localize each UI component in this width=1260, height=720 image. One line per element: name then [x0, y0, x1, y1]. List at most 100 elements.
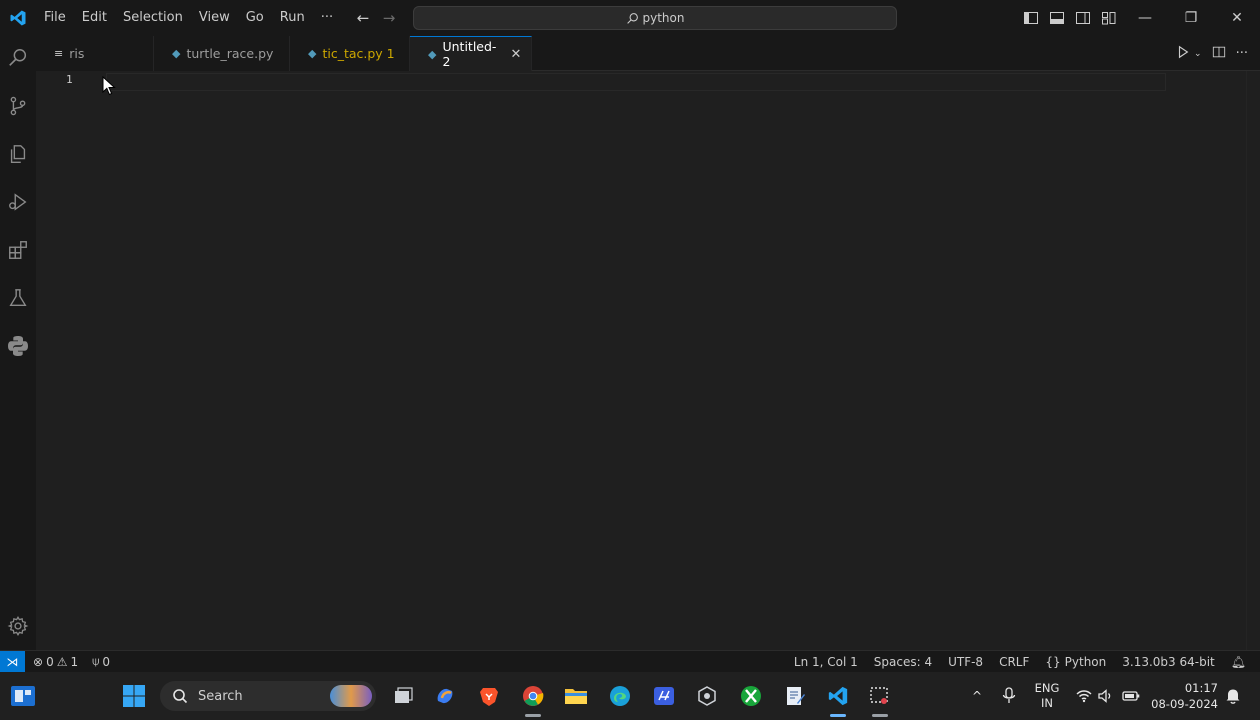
current-line-highlight — [106, 73, 1166, 91]
menu-run[interactable]: Run — [272, 0, 313, 36]
back-arrow-icon[interactable]: ← — [355, 9, 371, 27]
notepad-icon[interactable] — [783, 684, 807, 708]
windows-start-icon[interactable] — [122, 684, 146, 712]
ports-count: 0 — [102, 654, 110, 669]
warning-count: 1 — [70, 654, 79, 669]
problems-indicator[interactable]: ⊗ 0 ⚠ 1 — [33, 655, 78, 669]
list-icon: ≡ — [54, 47, 64, 60]
encoding[interactable]: UTF-8 — [948, 655, 983, 669]
language-mode[interactable]: {} Python — [1045, 655, 1106, 669]
cursor-position[interactable]: Ln 1, Col 1 — [794, 655, 858, 669]
tab-turtle-race[interactable]: ◆ turtle_race.py — [154, 36, 290, 71]
search-icon — [173, 689, 188, 704]
customize-layout-icon[interactable] — [1100, 9, 1118, 27]
close-window-icon[interactable]: ✕ — [1214, 0, 1260, 36]
edge-icon[interactable] — [608, 684, 632, 708]
braces-icon: {} — [1045, 655, 1061, 669]
search-highlight-icon — [330, 685, 372, 707]
explorer-search-icon[interactable] — [0, 40, 36, 76]
tab-label: turtle_race.py — [186, 46, 274, 61]
status-bar: ⋊ ⊗ 0 ⚠ 1 ⍦ 0 Ln 1, Col 1 Spaces: 4 UTF-… — [0, 650, 1260, 673]
split-editor-icon[interactable] — [1212, 45, 1226, 63]
testing-flask-icon[interactable] — [0, 280, 36, 316]
more-actions-icon[interactable]: ··· — [1236, 46, 1248, 61]
command-center-text: python — [642, 11, 685, 25]
volume-icon[interactable] — [1094, 684, 1118, 708]
notifications-bell-icon[interactable]: 🔔︎ — [1231, 655, 1246, 669]
status-right: Ln 1, Col 1 Spaces: 4 UTF-8 CRLF {} Pyth… — [794, 651, 1246, 673]
indentation[interactable]: Spaces: 4 — [874, 655, 932, 669]
minimize-icon[interactable]: — — [1122, 0, 1168, 36]
window-controls: — ❐ ✕ — [1122, 0, 1260, 36]
menu-view[interactable]: View — [191, 0, 238, 36]
explorer-files-icon[interactable] — [0, 136, 36, 172]
restore-icon[interactable]: ❐ — [1168, 0, 1214, 36]
task-view-icon[interactable] — [391, 684, 415, 708]
close-tab-icon[interactable]: ✕ — [510, 47, 521, 62]
lang-line1: ENG — [1034, 681, 1060, 695]
end-of-line[interactable]: CRLF — [999, 655, 1029, 669]
error-count: 0 — [46, 654, 54, 669]
search-label: Search — [198, 688, 243, 704]
title-bar: File Edit Selection View Go Run ··· ← → … — [0, 0, 1260, 36]
system-clock[interactable]: 01:17 08-09-2024 — [1148, 680, 1218, 712]
mouse-pointer-icon — [102, 75, 116, 100]
lang-line2: IN — [1041, 696, 1053, 710]
python-interpreter[interactable]: 3.13.0b3 64-bit — [1122, 655, 1215, 669]
editor-scrollbar[interactable] — [1246, 71, 1260, 650]
file-explorer-icon[interactable] — [564, 684, 588, 708]
antenna-icon: ⍦ — [92, 654, 100, 668]
show-hidden-icons-chevron-icon[interactable]: ^ — [965, 684, 989, 708]
search-icon — [626, 12, 638, 24]
vscode-logo-icon — [0, 0, 36, 36]
editor-area[interactable]: 1 — [36, 71, 1260, 650]
error-icon: ⊗ — [33, 654, 44, 669]
chrome-icon[interactable] — [521, 684, 545, 708]
forward-arrow-icon[interactable]: → — [381, 9, 397, 27]
menu-edit[interactable]: Edit — [74, 0, 115, 36]
xbox-icon[interactable] — [739, 684, 763, 708]
widgets-icon[interactable] — [10, 684, 36, 708]
tab-tic-tac[interactable]: ◆ tic_tac.py 1 — [290, 36, 410, 71]
wifi-icon[interactable] — [1072, 684, 1096, 708]
input-language[interactable]: ENG IN — [1030, 681, 1064, 711]
windows-taskbar: Search ^ ENG IN 01:17 08-09-2024 — [0, 672, 1260, 720]
source-control-icon[interactable] — [0, 88, 36, 124]
vscode-taskbar-icon[interactable] — [826, 684, 850, 708]
chevron-down-icon[interactable]: ⌄ — [1194, 49, 1202, 59]
line-number: 1 — [66, 73, 73, 86]
tab-label: tic_tac.py 1 — [322, 46, 395, 61]
notification-bell-icon[interactable] — [1221, 684, 1245, 708]
manage-gear-icon[interactable] — [0, 608, 36, 644]
python-file-icon: ◆ — [172, 47, 181, 60]
extensions-icon[interactable] — [0, 232, 36, 268]
tab-untitled-2[interactable]: ◆ Untitled-2 ✕ — [410, 36, 532, 71]
layout-controls — [1022, 0, 1118, 36]
menu-go[interactable]: Go — [238, 0, 272, 36]
remote-indicator-icon[interactable]: ⋊ — [0, 650, 25, 673]
snipping-tool-icon[interactable] — [868, 684, 892, 708]
tab-label: ris — [69, 46, 85, 61]
navigation-arrows: ← → — [355, 0, 397, 36]
tab-ris[interactable]: ≡ ris — [36, 36, 154, 71]
brave-browser-icon[interactable] — [477, 684, 501, 708]
run-debug-icon[interactable] — [0, 184, 36, 220]
menu-selection[interactable]: Selection — [115, 0, 191, 36]
copilot-icon[interactable] — [433, 684, 457, 708]
command-center-search[interactable]: python — [413, 6, 897, 30]
toggle-secondary-sidebar-icon[interactable] — [1074, 9, 1092, 27]
menu-file[interactable]: File — [36, 0, 74, 36]
settings-app-icon[interactable] — [695, 684, 719, 708]
run-file-icon[interactable] — [1176, 45, 1190, 63]
toggle-primary-sidebar-icon[interactable] — [1022, 9, 1040, 27]
ports-indicator[interactable]: ⍦ 0 — [92, 654, 110, 669]
app-store-icon[interactable] — [652, 684, 676, 708]
menu-bar: File Edit Selection View Go Run ··· — [36, 0, 341, 36]
microphone-icon[interactable] — [997, 684, 1021, 708]
toggle-panel-icon[interactable] — [1048, 9, 1066, 27]
python-icon[interactable] — [0, 328, 36, 364]
menu-more[interactable]: ··· — [313, 0, 341, 36]
warning-icon: ⚠ — [56, 654, 68, 669]
battery-icon[interactable] — [1119, 684, 1143, 708]
taskbar-search[interactable]: Search — [160, 681, 376, 711]
